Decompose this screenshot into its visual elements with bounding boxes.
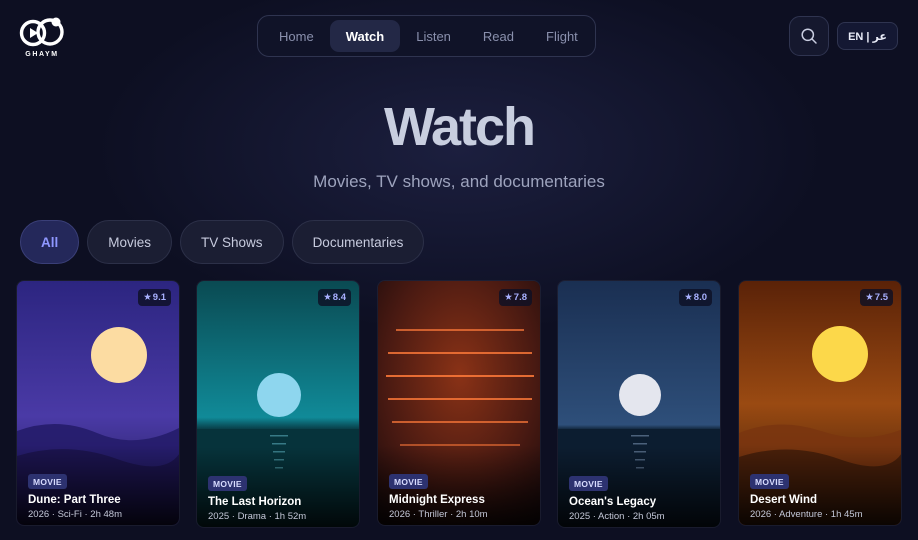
media-card[interactable]: ★ 9.1 MOVIE Dune: Part Three 2026 · Sci-F… bbox=[16, 280, 180, 526]
card-meta: 2026 · Thriller · 2h 10m bbox=[389, 509, 488, 520]
rating-badge: ★ 8.0 bbox=[679, 289, 712, 306]
type-badge: MOVIE bbox=[208, 476, 247, 491]
search-button[interactable] bbox=[789, 16, 829, 56]
type-badge: MOVIE bbox=[569, 476, 608, 491]
star-icon: ★ bbox=[143, 292, 152, 303]
nav-item-home[interactable]: Home bbox=[263, 20, 330, 52]
filter-movies[interactable]: Movies bbox=[87, 220, 173, 264]
media-card[interactable]: ★ 8.4 MOVIE The Last Horizon 2025 · Drama… bbox=[196, 280, 360, 528]
page-subtitle: Movies, TV shows, and documentaries bbox=[313, 172, 605, 191]
type-badge: MOVIE bbox=[28, 474, 67, 489]
filter-all[interactable]: All bbox=[20, 220, 80, 264]
card-meta: 2025 · Action · 2h 05m bbox=[569, 511, 665, 522]
search-icon bbox=[801, 28, 817, 44]
filter-chips: All Movies TV Shows Documentaries bbox=[20, 220, 425, 264]
filter-tv-shows[interactable]: TV Shows bbox=[180, 220, 284, 264]
star-icon: ★ bbox=[684, 292, 693, 303]
media-card[interactable]: ★ 7.5 MOVIE Desert Wind 2026 · Adventure … bbox=[738, 280, 902, 526]
rating-badge: ★ 9.1 bbox=[138, 289, 171, 306]
language-toggle[interactable]: EN | عر bbox=[837, 22, 898, 50]
main-nav: Home Watch Listen Read Flight bbox=[257, 15, 596, 57]
card-title: Ocean's Legacy bbox=[569, 496, 657, 508]
nav-item-watch[interactable]: Watch bbox=[329, 20, 401, 52]
card-title: Desert Wind bbox=[750, 494, 817, 506]
page-title: Watch bbox=[384, 97, 536, 157]
media-card[interactable]: ★ 8.0 MOVIE Ocean's Legacy 2025 · Action … bbox=[557, 280, 721, 528]
rating-badge: ★ 7.5 bbox=[860, 289, 893, 306]
star-icon: ★ bbox=[323, 292, 332, 303]
card-title: Dune: Part Three bbox=[28, 494, 121, 506]
filter-documentaries[interactable]: Documentaries bbox=[291, 220, 425, 264]
type-badge: MOVIE bbox=[750, 474, 789, 489]
media-card[interactable]: ★ 7.8 MOVIE Midnight Express 2026 · Thril… bbox=[377, 280, 541, 526]
card-meta: 2026 · Adventure · 1h 45m bbox=[750, 509, 863, 520]
rating-badge: ★ 7.8 bbox=[499, 289, 532, 306]
logo-icon bbox=[19, 17, 64, 47]
card-meta: 2025 · Drama · 1h 52m bbox=[208, 511, 307, 522]
star-icon: ★ bbox=[865, 292, 874, 303]
type-badge: MOVIE bbox=[389, 474, 428, 489]
card-title: Midnight Express bbox=[389, 494, 485, 506]
nav-item-flight[interactable]: Flight bbox=[530, 20, 594, 52]
rating-badge: ★ 8.4 bbox=[318, 289, 351, 306]
brand-name: GHAYM bbox=[25, 51, 59, 58]
nav-item-read[interactable]: Read bbox=[467, 20, 530, 52]
star-icon: ★ bbox=[504, 292, 513, 303]
card-meta: 2026 · Sci-Fi · 2h 48m bbox=[28, 509, 122, 520]
nav-item-listen[interactable]: Listen bbox=[400, 20, 467, 52]
card-title: The Last Horizon bbox=[208, 496, 302, 508]
